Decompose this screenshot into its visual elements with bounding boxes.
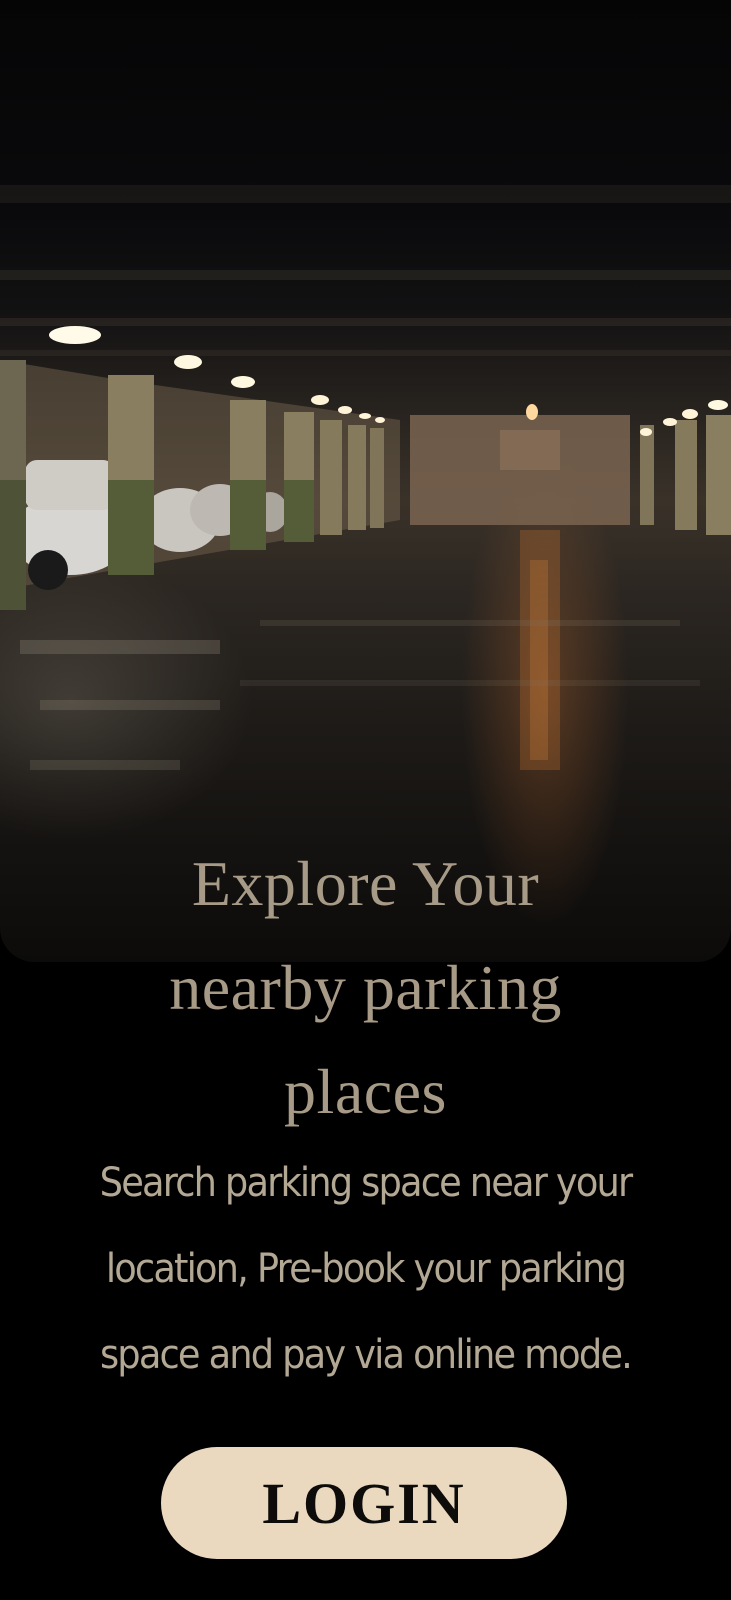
description-line-1: Search parking space near your	[99, 1160, 633, 1206]
hero-headline: Explore Your nearby parking places	[0, 832, 731, 1144]
parking-garage-illustration	[0, 185, 731, 770]
headline-line-2: nearby parking	[169, 952, 562, 1023]
hero-parking-garage-image	[0, 0, 731, 962]
description-line-3: space and pay via online mode.	[99, 1332, 633, 1378]
pillars-right	[640, 415, 731, 535]
description-text: Search parking space near your location,…	[57, 1140, 674, 1398]
login-button[interactable]: LOGIN	[161, 1447, 567, 1559]
headline-line-1: Explore Your	[191, 848, 540, 919]
headline-line-3: places	[284, 1056, 447, 1127]
description-line-2: location, Pre-book your parking	[105, 1246, 627, 1292]
